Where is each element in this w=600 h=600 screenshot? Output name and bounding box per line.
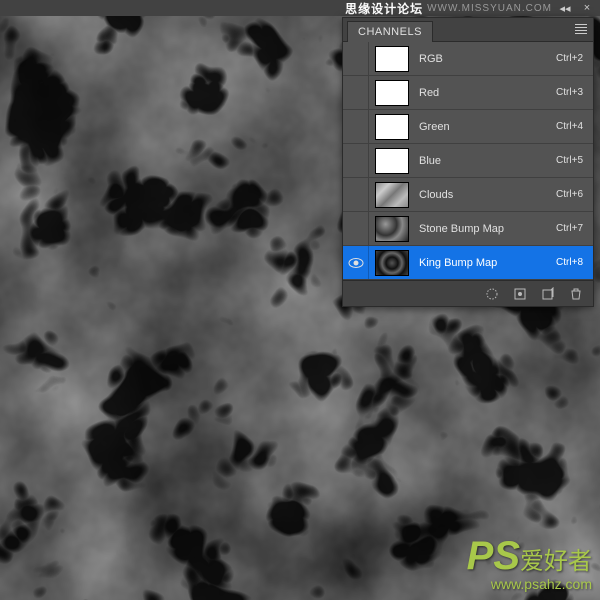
channel-row[interactable]: RGBCtrl+2 — [343, 42, 593, 76]
channel-name: Blue — [419, 155, 556, 167]
channel-shortcut: Ctrl+6 — [556, 189, 583, 200]
channel-thumbnail — [375, 148, 409, 174]
channel-row[interactable]: RedCtrl+3 — [343, 76, 593, 110]
channel-shortcut: Ctrl+7 — [556, 223, 583, 234]
channel-thumbnail — [375, 250, 409, 276]
channel-name: Green — [419, 121, 556, 133]
save-selection-icon[interactable] — [509, 285, 531, 303]
channel-list: RGBCtrl+2RedCtrl+3GreenCtrl+4BlueCtrl+5C… — [343, 42, 593, 280]
logo-brand: PS — [467, 534, 520, 578]
visibility-toggle[interactable] — [343, 178, 369, 211]
channel-row[interactable]: King Bump MapCtrl+8 — [343, 246, 593, 280]
channel-thumbnail — [375, 46, 409, 72]
new-channel-icon[interactable] — [537, 285, 559, 303]
tab-channels[interactable]: CHANNELS — [347, 21, 433, 42]
channel-shortcut: Ctrl+5 — [556, 155, 583, 166]
visibility-toggle[interactable] — [343, 76, 369, 109]
channel-row[interactable]: Stone Bump MapCtrl+7 — [343, 212, 593, 246]
channel-name: Stone Bump Map — [419, 223, 556, 235]
visibility-toggle[interactable] — [343, 42, 369, 75]
logo-url: www.psahz.com — [467, 576, 592, 592]
channel-name: Clouds — [419, 189, 556, 201]
channel-thumbnail — [375, 80, 409, 106]
delete-channel-icon[interactable] — [565, 285, 587, 303]
channel-thumbnail — [375, 114, 409, 140]
channel-thumbnail — [375, 182, 409, 208]
close-icon[interactable]: × — [578, 3, 596, 13]
channel-row[interactable]: GreenCtrl+4 — [343, 110, 593, 144]
site-logo: PS爱好者 www.psahz.com — [467, 536, 592, 592]
logo-tagline: 爱好者 — [520, 548, 592, 575]
app-topbar: 思缘设计论坛 WWW.MISSYUAN.COM ◂◂ × — [0, 0, 600, 16]
eye-icon — [348, 257, 364, 269]
visibility-toggle[interactable] — [343, 212, 369, 245]
channel-name: King Bump Map — [419, 257, 556, 269]
load-selection-icon[interactable] — [481, 285, 503, 303]
channel-shortcut: Ctrl+3 — [556, 87, 583, 98]
visibility-toggle[interactable] — [343, 246, 369, 279]
channels-panel: CHANNELS RGBCtrl+2RedCtrl+3GreenCtrl+4Bl… — [342, 17, 594, 307]
channel-name: RGB — [419, 53, 556, 65]
collapse-icon[interactable]: ◂◂ — [556, 3, 574, 13]
channel-shortcut: Ctrl+2 — [556, 53, 583, 64]
channel-shortcut: Ctrl+8 — [556, 257, 583, 268]
visibility-toggle[interactable] — [343, 110, 369, 143]
panel-footer — [343, 280, 593, 306]
channel-thumbnail — [375, 216, 409, 242]
visibility-toggle[interactable] — [343, 144, 369, 177]
channel-shortcut: Ctrl+4 — [556, 121, 583, 132]
channel-row[interactable]: CloudsCtrl+6 — [343, 178, 593, 212]
channel-row[interactable]: BlueCtrl+5 — [343, 144, 593, 178]
panel-menu-button[interactable] — [573, 22, 589, 36]
panel-tabbar: CHANNELS — [343, 18, 593, 42]
channel-name: Red — [419, 87, 556, 99]
watermark-url: WWW.MISSYUAN.COM — [427, 3, 552, 14]
watermark-title: 思缘设计论坛 — [345, 0, 423, 17]
